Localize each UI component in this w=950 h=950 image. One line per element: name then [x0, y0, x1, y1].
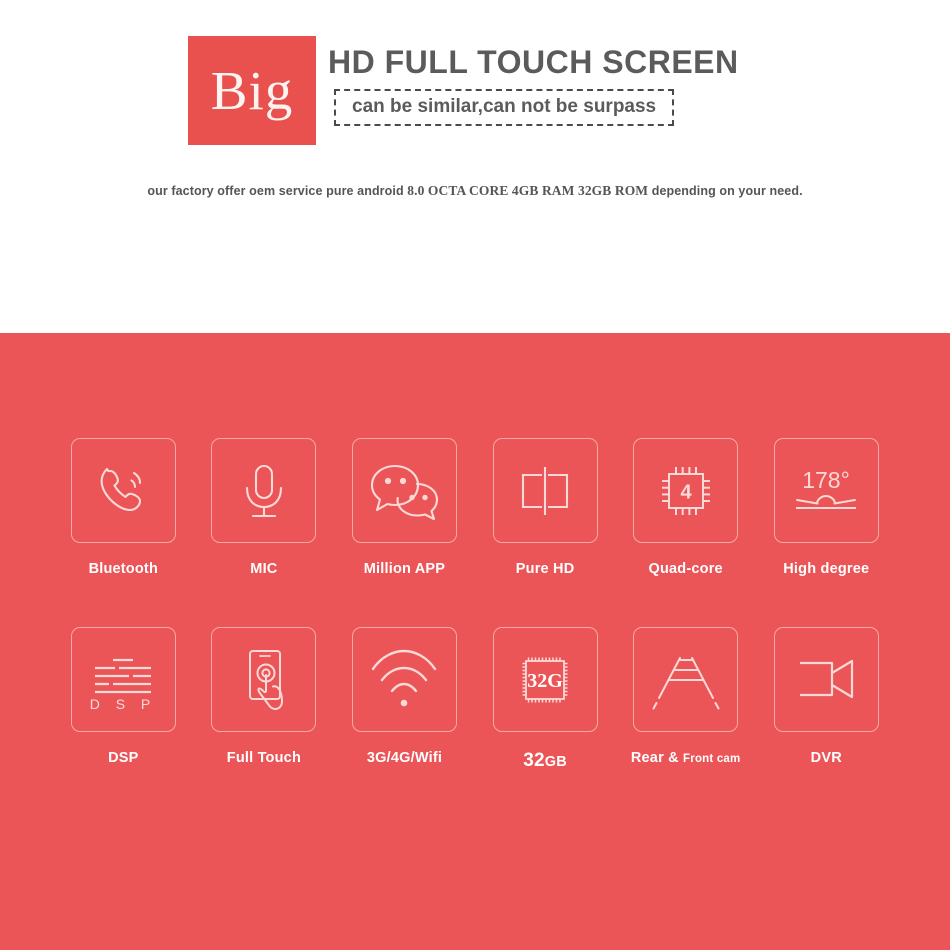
feature-storage[interactable]: 32G 32GB [475, 627, 616, 772]
feature-tile [773, 627, 879, 732]
feature-label: Million APP [363, 561, 446, 577]
features-section: Bluetooth MIC Million APP Pure HD 4 Quad… [0, 333, 950, 950]
subtitle-spec: 8.0 OCTA CORE 4GB RAM 32GB ROM [407, 183, 649, 198]
feature-label: Rear & Front cam [631, 750, 741, 766]
viewing-angle-value: 178° [802, 467, 850, 493]
header-row: Big HD FULL TOUCH SCREEN can be similar,… [188, 36, 739, 145]
feature-label: Quad-core [648, 561, 723, 577]
feature-full-touch[interactable]: Full Touch [194, 627, 335, 772]
equalizer-icon: D S P [90, 658, 157, 712]
feature-label: Bluetooth [88, 561, 159, 577]
tagline-box: can be similar,can not be surpass [334, 88, 675, 127]
feature-label: DSP [108, 750, 139, 766]
feature-dsp[interactable]: D S P DSP [53, 627, 194, 772]
feature-network[interactable]: 3G/4G/Wifi [334, 627, 475, 772]
feature-tile: 32G [492, 627, 598, 732]
feature-mic[interactable]: MIC [194, 438, 335, 577]
feature-tile [633, 627, 739, 732]
feature-quad-core[interactable]: 4 Quad-core [615, 438, 756, 577]
feature-tile [492, 438, 598, 543]
big-badge-label: Big [210, 60, 294, 121]
split-screen-icon [522, 466, 569, 515]
tagline-text: can be similar,can not be surpass [352, 95, 657, 117]
feature-label: High degree [783, 561, 870, 577]
feature-tile [211, 627, 317, 732]
feature-million-app[interactable]: Million APP [334, 438, 475, 577]
wifi-signal-icon [372, 649, 437, 706]
feature-tile: 178° [773, 438, 879, 543]
video-camera-icon [800, 659, 854, 698]
storage-size-text: 32G [527, 670, 563, 692]
camera-label-sub: Front cam [683, 753, 741, 765]
touch-hand-phone-icon [248, 649, 283, 710]
feature-label: DVR [810, 750, 842, 766]
feature-tile: D S P [70, 627, 176, 732]
microphone-icon [245, 464, 282, 517]
feature-grid: Bluetooth MIC Million APP Pure HD 4 Quad… [53, 333, 897, 772]
subtitle-tail: depending on your need. [648, 184, 803, 198]
header-text-column: HD FULL TOUCH SCREEN can be similar,can … [328, 36, 739, 127]
feature-tile: 4 [633, 438, 739, 543]
cpu-core-count: 4 [680, 481, 692, 503]
feature-label: 3G/4G/Wifi [366, 750, 443, 766]
viewing-angle-icon: 178° [796, 467, 857, 509]
feature-tile [351, 627, 457, 732]
feature-label: 32GB [523, 750, 567, 772]
subtitle-text: our factory offer oem service pure andro… [0, 183, 950, 199]
chat-bubbles-icon [371, 464, 439, 520]
feature-row-1: Bluetooth MIC Million APP Pure HD 4 Quad… [53, 438, 897, 577]
feature-high-degree[interactable]: 178° High degree [756, 438, 897, 577]
camera-label-main: Rear & [630, 750, 684, 766]
header-section: Big HD FULL TOUCH SCREEN can be similar,… [0, 0, 950, 333]
feature-label: Pure HD [515, 561, 575, 577]
feature-row-2: D S P DSP Full Touch 3G/4G/Wifi 32G 32GB… [53, 627, 897, 772]
feature-cameras[interactable]: Rear & Front cam [615, 627, 756, 772]
feature-label: Full Touch [226, 750, 301, 766]
cpu-chip-icon: 4 [661, 466, 710, 515]
page-title: HD FULL TOUCH SCREEN [328, 44, 739, 80]
big-badge: Big [188, 36, 316, 145]
memory-chip-icon: 32G [522, 657, 568, 702]
parking-guideline-icon [652, 656, 720, 709]
feature-bluetooth[interactable]: Bluetooth [53, 438, 194, 577]
subtitle-lead: our factory offer oem service pure andro… [147, 184, 408, 198]
storage-size-number: 32 [523, 750, 545, 771]
dsp-letters: D S P [90, 696, 157, 712]
feature-pure-hd[interactable]: Pure HD [475, 438, 616, 577]
phone-handset-icon [100, 467, 142, 511]
feature-tile [70, 438, 176, 543]
promo-page: Big HD FULL TOUCH SCREEN can be similar,… [0, 0, 950, 950]
storage-size-unit: GB [544, 754, 567, 770]
feature-tile [211, 438, 317, 543]
feature-label: MIC [250, 561, 278, 577]
feature-tile [351, 438, 457, 543]
feature-dvr[interactable]: DVR [756, 627, 897, 772]
